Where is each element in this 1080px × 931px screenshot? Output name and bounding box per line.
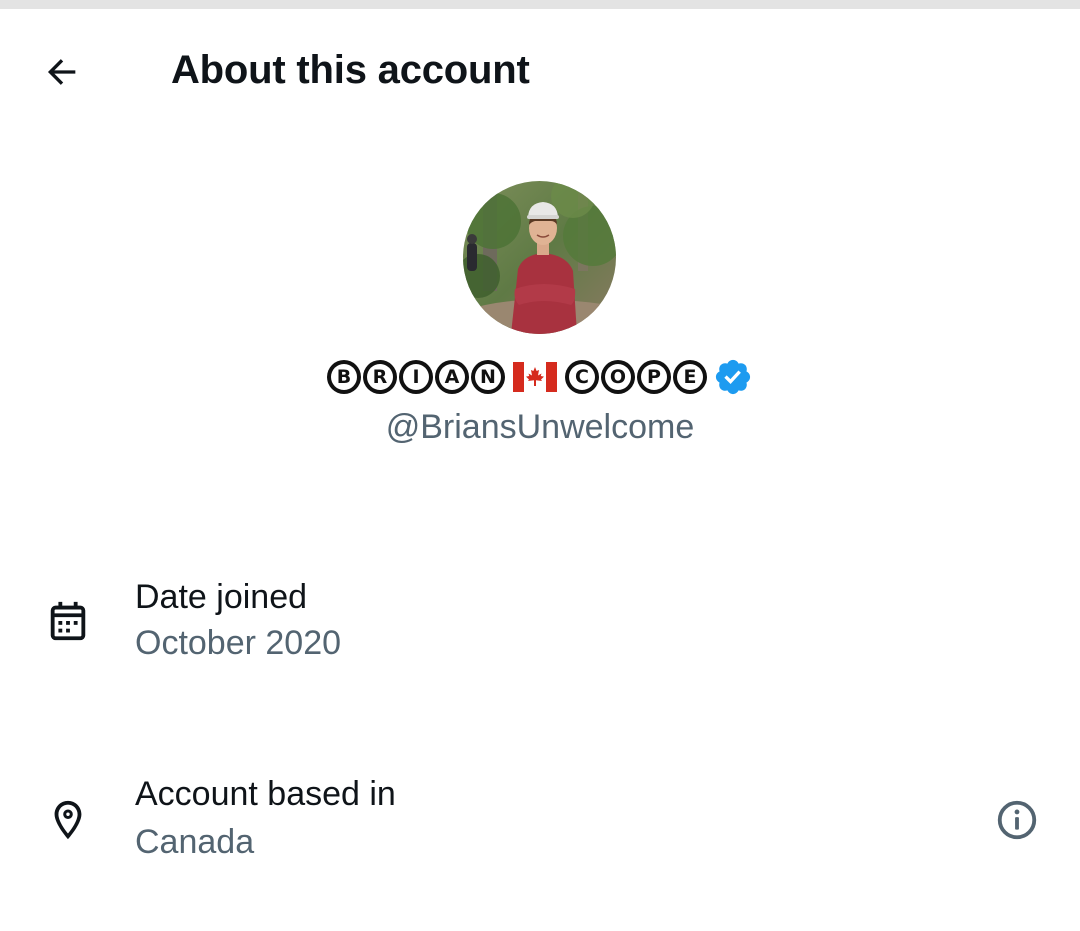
status-bar-strip <box>0 0 1080 9</box>
back-button[interactable] <box>38 48 86 96</box>
arrow-left-icon <box>47 59 76 85</box>
date-joined-label: Date joined <box>135 578 308 616</box>
name-letter: C <box>565 360 599 394</box>
verified-badge-icon <box>715 359 751 395</box>
name-letter: I <box>399 360 433 394</box>
location-info-button[interactable] <box>991 794 1043 846</box>
info-icon <box>997 800 1037 840</box>
name-letter: N <box>471 360 505 394</box>
name-letter: R <box>363 360 397 394</box>
account-location-label: Account based in <box>135 775 396 813</box>
calendar-icon <box>42 595 94 647</box>
canada-flag-icon <box>513 362 557 392</box>
account-location-value: Canada <box>135 823 255 861</box>
name-letter: A <box>435 360 469 394</box>
date-joined-value: October 2020 <box>135 624 342 662</box>
avatar <box>463 181 616 334</box>
display-name: B R I A N C O P E <box>0 356 1080 398</box>
page-title: About this account <box>171 48 530 92</box>
name-letter: O <box>601 360 635 394</box>
name-letter: B <box>327 360 361 394</box>
user-handle: @BriansUnwelcome <box>385 408 695 446</box>
location-pin-icon <box>42 794 94 846</box>
name-letter: P <box>637 360 671 394</box>
name-letter: E <box>673 360 707 394</box>
